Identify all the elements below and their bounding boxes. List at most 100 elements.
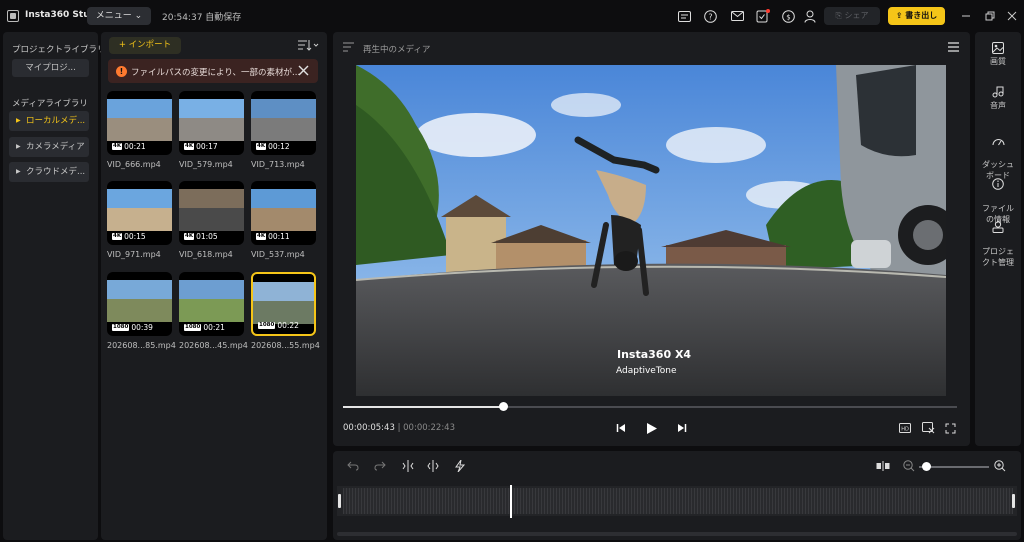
warning-text: ファイルパスの変更により、一部の素材が... (131, 68, 301, 78)
video-scene-image (356, 65, 946, 396)
project-library-heading: プロジェクトライブラリ (12, 45, 106, 55)
preview-menu-icon[interactable] (948, 42, 959, 55)
quality-badge: 4K (184, 143, 195, 150)
subtitle-icon[interactable] (677, 9, 691, 23)
thumbnail-image (253, 282, 314, 324)
share-label: シェア (844, 11, 869, 20)
zoom-out-icon[interactable] (901, 458, 917, 474)
svg-text:?: ? (708, 12, 712, 21)
quality-badge: 1080 (258, 322, 276, 329)
ai-edit-icon[interactable] (452, 458, 468, 474)
import-button[interactable]: + インポート (109, 37, 181, 54)
tool-project-manager[interactable]: プロジェ クト管理 (975, 210, 1021, 268)
tool-label: 音声 (990, 101, 1006, 110)
minimize-icon[interactable] (960, 10, 972, 22)
playback-scrubber-handle[interactable] (499, 402, 508, 411)
media-thumbnail[interactable]: 4K 00:17 (179, 91, 244, 155)
thumbnail-image (179, 189, 244, 231)
media-thumbnail[interactable]: 1080 00:22 (251, 272, 316, 336)
media-thumbnail[interactable]: 4K 00:12 (251, 91, 316, 155)
sidebar-item-label: カメラメディア (26, 142, 85, 152)
media-thumbnail[interactable]: 1080 00:21 (179, 272, 244, 336)
clip-start-handle[interactable] (338, 494, 341, 508)
task-icon[interactable] (756, 9, 770, 23)
duration-label: 00:21 (203, 323, 225, 332)
watermark-adaptive-tone: AdaptiveTone (616, 366, 677, 376)
export-button[interactable]: ⇪ 書き出し (888, 7, 945, 25)
duration-label: 00:11 (268, 232, 290, 241)
quality-badge: 4K (184, 233, 195, 240)
zoom-slider-handle[interactable] (922, 462, 931, 471)
sort-icon[interactable] (297, 39, 319, 51)
sidebar-item-local-media[interactable]: ▶ ローカルメデ... (9, 111, 89, 131)
media-filename: 202608...55.mp4 (251, 341, 320, 350)
mail-icon[interactable] (730, 9, 744, 23)
tool-audio[interactable]: 音声 (975, 86, 1021, 111)
help-icon[interactable]: ? (703, 9, 717, 23)
account-icon[interactable] (803, 9, 817, 23)
svg-text:$: $ (786, 13, 790, 21)
project-icon (992, 221, 1004, 233)
duration-badge: 4K 00:11 (256, 232, 290, 241)
my-projects-button[interactable]: マイプロジ... (12, 59, 89, 77)
skip-forward-icon[interactable] (675, 421, 689, 435)
quality-badge: 4K (256, 143, 267, 150)
share-button[interactable]: ⎘ シェア (824, 7, 880, 25)
dismiss-warning-icon[interactable] (297, 64, 310, 77)
warning-icon: ! (116, 66, 127, 77)
zoom-in-icon[interactable] (992, 458, 1008, 474)
media-filename: VID_537.mp4 (251, 250, 305, 259)
panel-list-icon[interactable] (343, 42, 354, 55)
resolution-icon[interactable]: HD (898, 421, 912, 435)
media-thumbnail[interactable]: 4K 00:15 (107, 181, 172, 245)
dashboard-icon (992, 139, 1004, 146)
media-filename: VID_579.mp4 (179, 160, 233, 169)
close-icon[interactable] (1006, 10, 1018, 22)
fullscreen-icon[interactable] (943, 421, 957, 435)
trim-start-icon[interactable] (400, 458, 416, 474)
media-thumbnail[interactable]: 4K 00:11 (251, 181, 316, 245)
duration-badge: 4K 00:21 (112, 142, 146, 151)
play-icon[interactable] (645, 421, 659, 435)
duration-label: 00:39 (131, 323, 153, 332)
duration-badge: 4K 01:05 (184, 232, 218, 241)
thumbnail-image (251, 189, 316, 231)
sidebar-item-camera-media[interactable]: ▶ カメラメディア (9, 137, 89, 157)
quality-badge: 4K (256, 233, 267, 240)
media-thumbnail[interactable]: 4K 01:05 (179, 181, 244, 245)
duration-label: 00:15 (124, 232, 146, 241)
timeline-playhead[interactable] (510, 485, 512, 518)
video-frame[interactable] (356, 65, 946, 396)
clip-end-handle[interactable] (1012, 494, 1015, 508)
duration-label: 00:21 (124, 142, 146, 151)
media-filename: 202608...85.mp4 (107, 341, 176, 350)
split-icon[interactable] (875, 458, 891, 474)
thumbnail-image (251, 99, 316, 141)
timeline-scrollbar[interactable] (337, 532, 1017, 536)
duration-label: 00:22 (277, 321, 299, 330)
menu-button[interactable]: メニュー ⌄ (87, 7, 151, 25)
time-separator: | (397, 423, 401, 433)
redo-icon[interactable] (372, 458, 388, 474)
svg-text:HD: HD (901, 426, 909, 432)
media-thumbnail[interactable]: 4K 00:21 (107, 91, 172, 155)
autosave-status: 20:54:37 自動保存 (162, 13, 242, 23)
duration-label: 00:17 (196, 142, 218, 151)
tool-image-quality[interactable]: 画質 (975, 42, 1021, 67)
chevron-right-icon: ▶ (16, 143, 21, 150)
media-filename: 202608...45.mp4 (179, 341, 248, 350)
media-filename: VID_971.mp4 (107, 250, 161, 259)
total-time: 00:00:22:43 (403, 423, 455, 433)
media-filename: VID_618.mp4 (179, 250, 233, 259)
media-thumbnail[interactable]: 1080 00:39 (107, 272, 172, 336)
points-icon[interactable]: $ (781, 9, 795, 23)
restore-icon[interactable] (984, 10, 996, 22)
export-label: 書き出し (905, 11, 938, 20)
skip-back-icon[interactable] (614, 421, 628, 435)
trim-end-icon[interactable] (425, 458, 441, 474)
timeline-clip[interactable] (343, 488, 1013, 514)
snapshot-icon[interactable] (921, 421, 935, 435)
thumbnail-image (179, 99, 244, 141)
undo-icon[interactable] (345, 458, 361, 474)
sidebar-item-cloud-media[interactable]: ▶ クラウドメデ... (9, 162, 89, 182)
